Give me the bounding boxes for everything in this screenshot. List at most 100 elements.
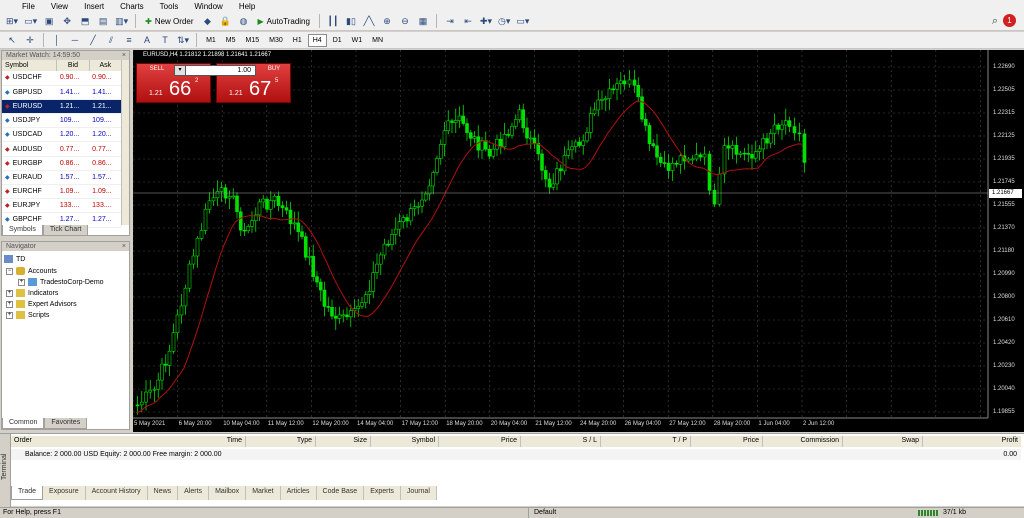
tab-alerts[interactable]: Alerts bbox=[178, 486, 210, 500]
timeframe-d1[interactable]: D1 bbox=[329, 34, 346, 47]
market-watch-icon[interactable]: ▣ bbox=[41, 14, 57, 29]
notification-badge[interactable]: 1 bbox=[1003, 14, 1016, 27]
table-row[interactable]: ◆ EURJPY 133.... 133.... bbox=[2, 198, 122, 214]
column-sl[interactable]: S / L bbox=[521, 436, 601, 447]
new-order-button[interactable]: ✚ New Order bbox=[141, 14, 197, 29]
globe-icon[interactable]: ◍ bbox=[236, 14, 252, 29]
lot-size-input[interactable]: 1.00 bbox=[174, 65, 256, 76]
column-swap[interactable]: Swap bbox=[843, 436, 923, 447]
price-chart[interactable]: EURUSD,H4 1.21812 1.21898 1.21641 1.2166… bbox=[133, 50, 1024, 432]
cursor-icon[interactable]: ↖ bbox=[4, 33, 20, 48]
column-price[interactable]: Price bbox=[439, 436, 521, 447]
menu-charts[interactable]: Charts bbox=[112, 2, 152, 11]
text-icon[interactable]: A bbox=[139, 33, 155, 48]
expand-icon[interactable]: + bbox=[18, 278, 25, 286]
lock-icon[interactable]: 🔒 bbox=[218, 14, 234, 29]
metaeditor-icon[interactable]: ◆ bbox=[200, 14, 216, 29]
tree-scripts[interactable]: + Scripts bbox=[6, 310, 49, 320]
trendline-icon[interactable]: ╱ bbox=[85, 33, 101, 48]
timeframe-m5[interactable]: M5 bbox=[222, 34, 240, 47]
table-row[interactable]: ◆ EURUSD 1.21... 1.21... bbox=[2, 99, 122, 115]
tab-experts[interactable]: Experts bbox=[364, 486, 401, 500]
column-header[interactable]: Ask bbox=[89, 60, 123, 71]
column-tp[interactable]: T / P bbox=[601, 436, 691, 447]
timeframe-h4[interactable]: H4 bbox=[307, 33, 327, 47]
periods-icon[interactable]: ◷▾ bbox=[496, 14, 512, 29]
timeframe-m15[interactable]: M15 bbox=[242, 34, 264, 47]
crosshair-icon[interactable]: ✛ bbox=[22, 33, 38, 48]
tab-market[interactable]: Market bbox=[246, 486, 281, 500]
tree-root[interactable]: TD bbox=[4, 254, 25, 264]
tab-news[interactable]: News bbox=[147, 486, 179, 500]
horizontal-line-icon[interactable]: ─ bbox=[67, 33, 83, 48]
chevron-down-icon[interactable]: ▾ bbox=[174, 65, 186, 76]
close-icon[interactable]: × bbox=[122, 52, 126, 59]
table-row[interactable]: ◆ AUDUSD 0.77... 0.77... bbox=[2, 141, 122, 157]
zoom-out-icon[interactable]: ⊖ bbox=[397, 14, 413, 29]
tab-trade[interactable]: Trade bbox=[11, 486, 44, 500]
timeframe-h1[interactable]: H1 bbox=[289, 34, 306, 47]
tree-accounts[interactable]: − Accounts bbox=[6, 266, 57, 276]
candlestick-icon[interactable]: ▮▯ bbox=[343, 14, 359, 29]
column-symbol[interactable]: Symbol bbox=[371, 436, 439, 447]
expand-icon[interactable]: + bbox=[6, 289, 13, 297]
menu-help[interactable]: Help bbox=[231, 2, 263, 11]
menu-insert[interactable]: Insert bbox=[76, 2, 112, 11]
arrows-icon[interactable]: ⇅▾ bbox=[175, 33, 191, 48]
close-icon[interactable]: × bbox=[122, 243, 126, 250]
bar-chart-icon[interactable]: ┃┃ bbox=[325, 14, 341, 29]
tab-code-base[interactable]: Code Base bbox=[316, 486, 365, 500]
column-price-current[interactable]: Price bbox=[691, 436, 763, 447]
market-watch-scrollbar[interactable] bbox=[121, 60, 129, 225]
tab-articles[interactable]: Articles bbox=[280, 486, 317, 500]
tab-mailbox[interactable]: Mailbox bbox=[209, 486, 247, 500]
tree-account-item[interactable]: + TradestoCorp-Demo bbox=[18, 277, 104, 287]
terminal-icon[interactable]: ▤ bbox=[95, 14, 111, 29]
candlestick-plot[interactable] bbox=[133, 50, 1024, 432]
autotrading-button[interactable]: ▶ AutoTrading bbox=[254, 14, 314, 29]
column-header[interactable]: Symbol bbox=[2, 60, 58, 71]
fibonacci-icon[interactable]: ≡ bbox=[121, 33, 137, 48]
navigator-icon[interactable]: ⬒ bbox=[77, 14, 93, 29]
channel-icon[interactable]: ⫽ bbox=[103, 33, 119, 48]
timeframe-m30[interactable]: M30 bbox=[265, 34, 287, 47]
line-chart-icon[interactable]: ╱╲ bbox=[361, 14, 377, 29]
column-type[interactable]: Type bbox=[246, 436, 316, 447]
column-commission[interactable]: Commission bbox=[763, 436, 843, 447]
tab-exposure[interactable]: Exposure bbox=[43, 486, 86, 500]
tile-windows-icon[interactable]: ▦ bbox=[415, 14, 431, 29]
autoscroll-icon[interactable]: ⇥ bbox=[442, 14, 458, 29]
expand-icon[interactable]: + bbox=[6, 311, 13, 319]
tab-account-history[interactable]: Account History bbox=[85, 486, 148, 500]
timeframe-mn[interactable]: MN bbox=[368, 34, 387, 47]
tab-common[interactable]: Common bbox=[2, 418, 45, 429]
vertical-line-icon[interactable]: │ bbox=[49, 33, 65, 48]
column-time[interactable]: Time bbox=[177, 436, 246, 447]
tree-indicators[interactable]: + Indicators bbox=[6, 288, 58, 298]
tab-tick-chart[interactable]: Tick Chart bbox=[42, 225, 89, 236]
table-row[interactable]: ◆ USDCHF 0.90... 0.90... bbox=[2, 71, 122, 86]
tab-journal[interactable]: Journal bbox=[400, 486, 437, 500]
table-row[interactable]: ◆ USDJPY 109.... 109.... bbox=[2, 113, 122, 129]
collapse-icon[interactable]: − bbox=[6, 267, 13, 275]
tab-favorites[interactable]: Favorites bbox=[44, 418, 88, 429]
column-header[interactable]: Bid bbox=[56, 60, 90, 71]
new-chart-icon[interactable]: ⊞▾ bbox=[4, 14, 20, 29]
table-row[interactable]: ◆ EURCHF 1.09... 1.09... bbox=[2, 184, 122, 200]
menu-view[interactable]: View bbox=[43, 2, 76, 11]
search-icon[interactable]: ⌕ bbox=[992, 15, 998, 28]
menu-file[interactable]: File bbox=[14, 2, 43, 11]
templates-icon[interactable]: ▭▾ bbox=[514, 14, 531, 29]
zoom-in-icon[interactable]: ⊕ bbox=[379, 14, 395, 29]
expand-icon[interactable]: + bbox=[6, 300, 13, 308]
data-window-icon[interactable]: ✥ bbox=[59, 14, 75, 29]
timeframe-m1[interactable]: M1 bbox=[202, 34, 220, 47]
label-icon[interactable]: T bbox=[157, 33, 173, 48]
tab-symbols[interactable]: Symbols bbox=[2, 225, 43, 236]
menu-tools[interactable]: Tools bbox=[152, 2, 187, 11]
terminal-side-tab[interactable]: Terminal bbox=[0, 434, 11, 507]
tree-expert-advisors[interactable]: + Expert Advisors bbox=[6, 299, 77, 309]
table-row[interactable]: ◆ EURAUD 1.57... 1.57... bbox=[2, 170, 122, 186]
balance-row[interactable]: Balance: 2 000.00 USD Equity: 2 000.00 F… bbox=[11, 449, 1021, 460]
tester-icon[interactable]: ▥▾ bbox=[113, 14, 130, 29]
